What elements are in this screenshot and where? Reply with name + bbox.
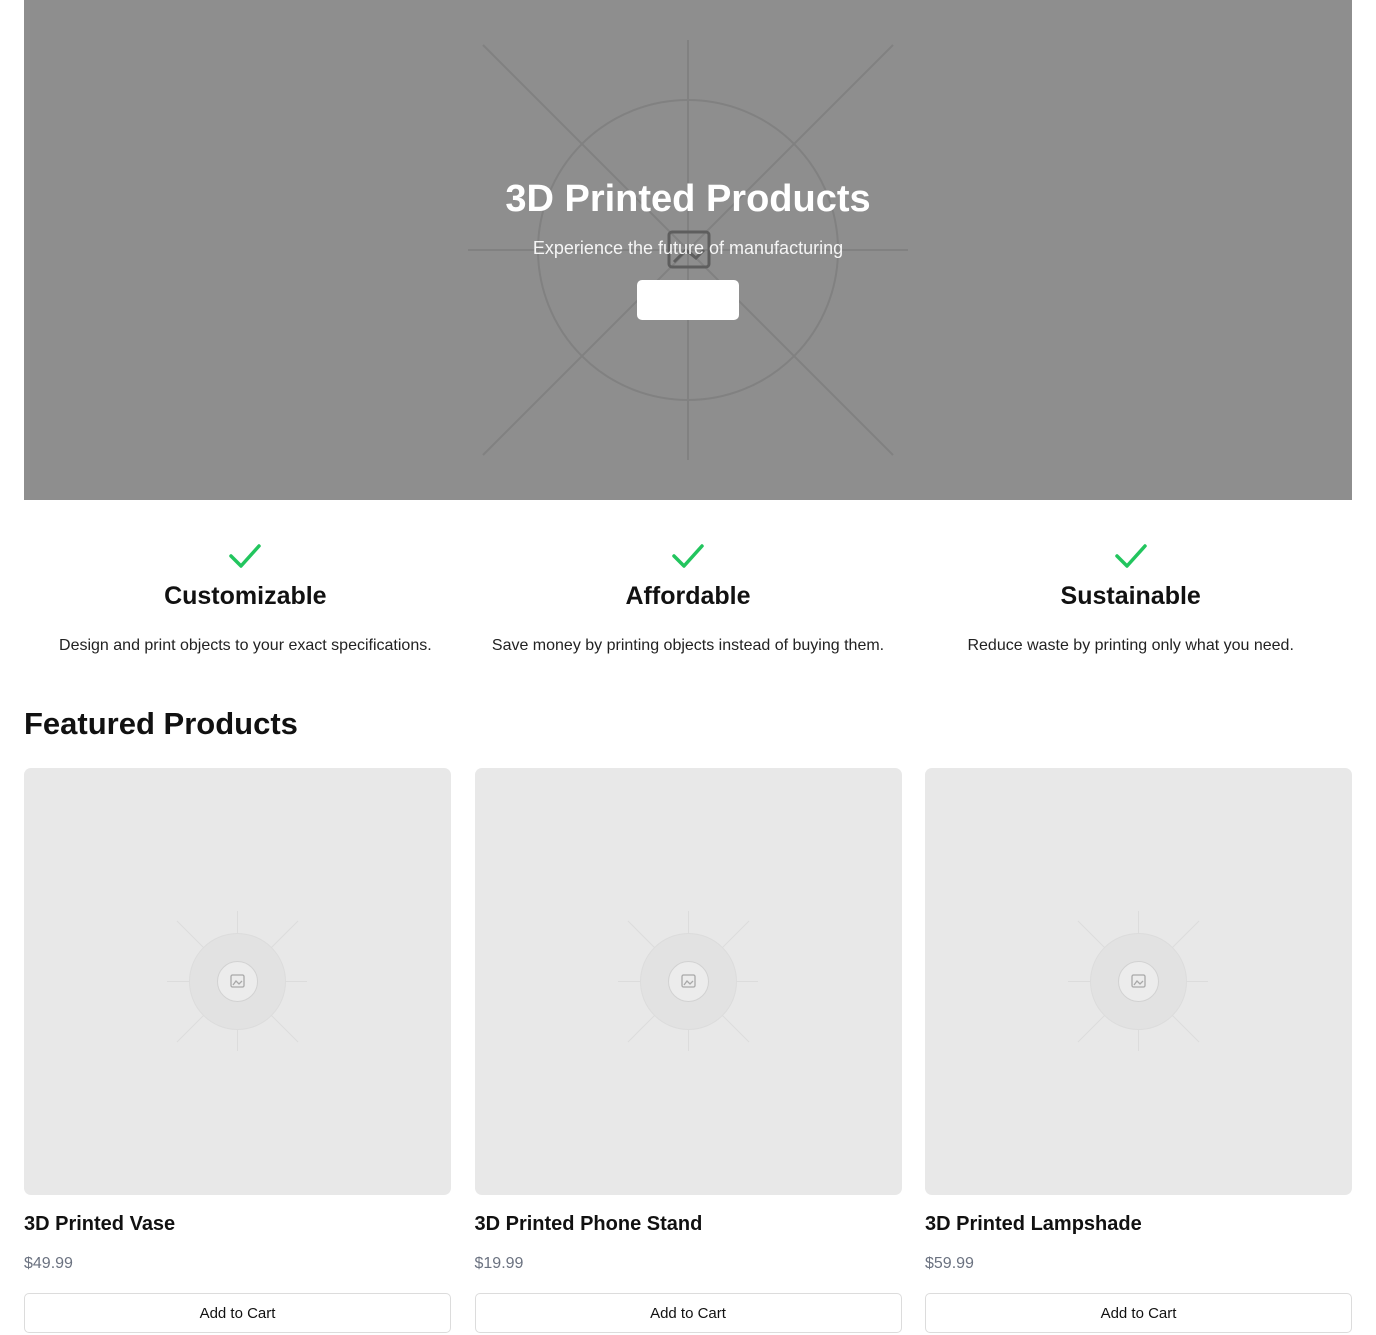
features-row: Customizable Design and print objects to…	[24, 540, 1352, 655]
hero-title: 3D Printed Products	[505, 178, 871, 220]
product-image-placeholder	[1068, 911, 1208, 1051]
feature-sustainable: Sustainable Reduce waste by printing onl…	[909, 540, 1352, 655]
hero-subtitle: Experience the future of manufacturing	[532, 238, 844, 258]
product-price: $49.99	[24, 1255, 73, 1272]
feature-description: Save money by printing objects instead o…	[491, 637, 885, 654]
product-name[interactable]: 3D Printed Lampshade	[925, 1213, 1352, 1237]
product-image-placeholder	[167, 911, 307, 1051]
check-icon	[229, 544, 262, 568]
product-name[interactable]: 3D Printed Phone Stand	[475, 1213, 902, 1237]
product-card: 3D Printed Vase $49.99 Add to Cart	[24, 768, 451, 1333]
check-icon	[672, 544, 704, 568]
product-image-placeholder	[617, 911, 758, 1051]
feature-title: Sustainable	[1060, 582, 1201, 610]
feature-description: Reduce waste by printing only what you n…	[967, 637, 1294, 654]
add-to-cart-button[interactable]: Add to Cart	[474, 1293, 902, 1333]
product-image[interactable]	[925, 768, 1352, 1195]
product-price: $19.99	[474, 1255, 524, 1272]
product-grid: 3D Printed Vase $49.99 Add to Cart 3D Pr…	[24, 768, 1352, 1333]
product-name[interactable]: 3D Printed Vase	[24, 1213, 451, 1237]
product-price: $59.99	[925, 1255, 974, 1272]
feature-customizable: Customizable Design and print objects to…	[24, 540, 467, 655]
feature-title: Affordable	[625, 582, 751, 610]
featured-products-title: Featured Products	[24, 706, 298, 741]
product-image[interactable]	[24, 768, 451, 1195]
feature-description: Design and print objects to your exact s…	[59, 637, 432, 654]
add-to-cart-button[interactable]: Add to Cart	[24, 1293, 451, 1333]
product-image[interactable]	[474, 768, 902, 1195]
product-card: 3D Printed Phone Stand $19.99 Add to Car…	[474, 768, 902, 1333]
feature-title: Customizable	[164, 582, 327, 610]
product-card: 3D Printed Lampshade $59.99 Add to Cart	[925, 768, 1352, 1333]
add-to-cart-button[interactable]: Add to Cart	[925, 1293, 1352, 1333]
hero-banner: 3D Printed Products Experience the futur…	[24, 0, 1352, 500]
feature-affordable: Affordable Save money by printing object…	[467, 540, 910, 655]
check-icon	[1114, 544, 1147, 568]
hero-cta-button[interactable]	[637, 280, 739, 320]
